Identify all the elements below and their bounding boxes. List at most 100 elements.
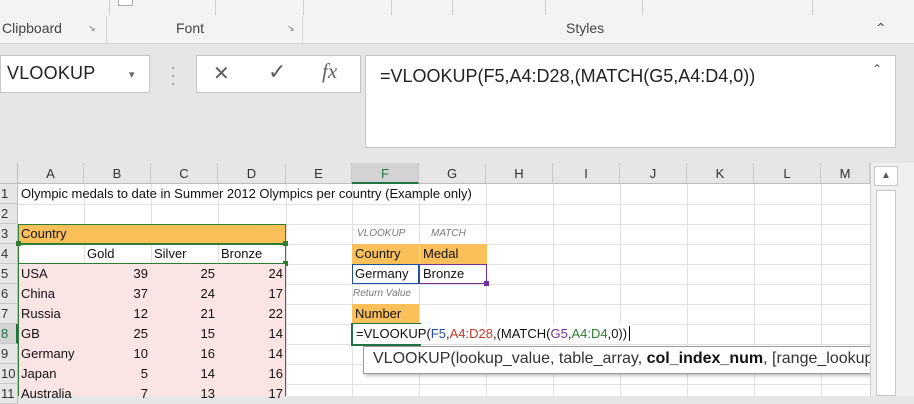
gold-cell[interactable]: 25 [84, 324, 151, 344]
ribbon-divider [545, 0, 546, 15]
silver-cell[interactable]: 25 [151, 264, 218, 284]
group-separator [106, 16, 107, 43]
ribbon-group-font-label: Font [176, 20, 205, 36]
formula-bar-collapse-icon[interactable]: ⌃ [872, 62, 882, 76]
row-header-4[interactable]: 4 [0, 244, 18, 264]
ribbon-control[interactable] [118, 0, 133, 6]
header-range-border [18, 243, 286, 245]
function-tooltip: VLOOKUP(lookup_value, table_array, col_i… [363, 346, 914, 374]
ribbon-group-styles-label: Styles [566, 20, 605, 36]
silver-cell[interactable]: 14 [151, 364, 218, 384]
clipboard-launcher-icon[interactable]: ↘ [88, 23, 96, 34]
input-medal-header[interactable]: Medal [420, 244, 461, 264]
bronze-cell[interactable]: 14 [218, 344, 286, 364]
gold-cell[interactable]: 10 [84, 344, 151, 364]
scrollbar-thumb[interactable] [876, 190, 896, 396]
country-cell[interactable]: USA [18, 264, 51, 284]
ribbon-group-clipboard-label: Clipboard [2, 20, 62, 36]
select-all-corner[interactable] [0, 163, 18, 184]
silver-cell[interactable]: 13 [151, 384, 218, 404]
range-handle[interactable] [16, 241, 21, 246]
silver-header-cell[interactable]: Silver [151, 244, 190, 264]
return-value-label: Return Value [353, 288, 411, 299]
bronze-cell[interactable]: 24 [218, 264, 286, 284]
row-header-9[interactable]: 9 [0, 344, 18, 364]
chevron-down-icon[interactable]: ▾ [129, 68, 135, 81]
silver-cell[interactable]: 24 [151, 284, 218, 304]
column-header-a[interactable]: A [18, 163, 84, 184]
gold-header-cell[interactable]: Gold [84, 244, 117, 264]
number-header-cell[interactable]: Number [352, 304, 404, 324]
country-cell[interactable]: Japan [18, 364, 59, 384]
cancel-icon[interactable]: ✕ [213, 61, 230, 86]
country-cell[interactable]: Germany [18, 344, 77, 364]
bronze-cell[interactable]: 17 [218, 384, 286, 404]
formula-bar-input[interactable]: =VLOOKUP(F5,A4:D28,(MATCH(G5,A4:D4,0)) [365, 55, 896, 148]
bronze-cell[interactable]: 17 [218, 284, 286, 304]
ribbon [0, 0, 914, 44]
column-header-i[interactable]: I [553, 163, 620, 184]
range-handle[interactable] [484, 281, 489, 286]
column-header-c[interactable]: C [151, 163, 218, 184]
column-header-m[interactable]: M [821, 163, 870, 184]
gridline [18, 204, 870, 205]
country-cell[interactable]: Australia [18, 384, 75, 404]
grip-dots-icon: · · · [170, 57, 176, 93]
input-country-header[interactable]: Country [352, 244, 404, 264]
bronze-header-cell[interactable]: Bronze [218, 244, 265, 264]
name-box[interactable]: VLOOKUP [0, 55, 150, 93]
insert-function-icon[interactable]: fx [322, 59, 337, 84]
range-handle[interactable] [283, 241, 288, 246]
row-header-8[interactable]: 8 [0, 324, 18, 344]
ribbon-collapse-icon[interactable]: ⌃ [875, 20, 887, 37]
column-header-j[interactable]: J [620, 163, 687, 184]
row-header-1[interactable]: 1 [0, 184, 18, 204]
sheet-title-cell[interactable]: Olympic medals to date in Summer 2012 Ol… [18, 184, 475, 204]
column-header-e[interactable]: E [286, 163, 352, 184]
silver-cell[interactable]: 16 [151, 344, 218, 364]
column-header-h[interactable]: H [486, 163, 553, 184]
country-cell[interactable]: Russia [18, 304, 64, 324]
column-header-k[interactable]: K [687, 163, 754, 184]
scroll-up-icon[interactable]: ▲ [874, 166, 898, 186]
group-separator [302, 16, 303, 43]
ribbon-divider [215, 0, 216, 15]
row-header-10[interactable]: 10 [0, 364, 18, 384]
bronze-cell[interactable]: 16 [218, 364, 286, 384]
ribbon-border [0, 43, 914, 44]
row-header-6[interactable]: 6 [0, 284, 18, 304]
row-header-2[interactable]: 2 [0, 204, 18, 224]
ribbon-divider [303, 0, 304, 15]
row-header-11[interactable]: 11 [0, 384, 18, 404]
ribbon-divider [452, 0, 453, 15]
enter-check-icon[interactable]: ✓ [268, 59, 286, 85]
country-cell[interactable]: GB [18, 324, 43, 344]
bronze-cell[interactable]: 22 [218, 304, 286, 324]
silver-cell[interactable]: 21 [151, 304, 218, 324]
cell-edit-formula[interactable]: =VLOOKUP(F5,A4:D28,(MATCH(G5,A4:D4,0)) [353, 324, 633, 344]
column-header-f[interactable]: F [352, 163, 419, 184]
ribbon-divider [109, 0, 110, 15]
vlookup-label: VLOOKUP [357, 228, 406, 239]
row-header-5[interactable]: 5 [0, 264, 18, 284]
input-country-cell[interactable]: Germany [352, 264, 411, 284]
country-cell[interactable]: China [18, 284, 58, 304]
column-header-g[interactable]: G [419, 163, 486, 184]
font-launcher-icon[interactable]: ↘ [287, 23, 295, 34]
gold-cell[interactable]: 7 [84, 384, 151, 404]
ribbon-divider [642, 0, 643, 15]
row-header-7[interactable]: 7 [0, 304, 18, 324]
column-header-l[interactable]: L [754, 163, 821, 184]
silver-cell[interactable]: 15 [151, 324, 218, 344]
input-medal-cell[interactable]: Bronze [420, 264, 467, 284]
column-header-d[interactable]: D [218, 163, 286, 184]
country-header-cell[interactable]: Country [18, 224, 70, 244]
column-header-b[interactable]: B [84, 163, 151, 184]
text-cursor [629, 326, 631, 341]
gold-cell[interactable]: 37 [84, 284, 151, 304]
gold-cell[interactable]: 12 [84, 304, 151, 324]
gold-cell[interactable]: 39 [84, 264, 151, 284]
bronze-cell[interactable]: 14 [218, 324, 286, 344]
gold-cell[interactable]: 5 [84, 364, 151, 384]
ribbon-divider [812, 0, 813, 15]
